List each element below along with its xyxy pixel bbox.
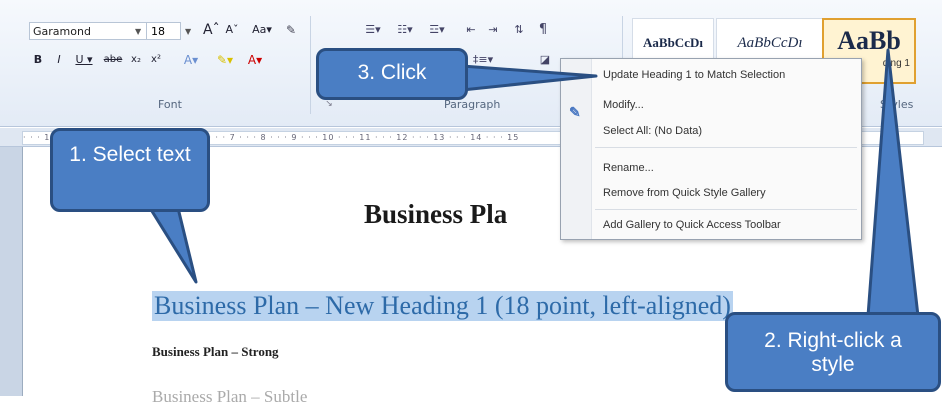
- callout-tail-select: [148, 206, 198, 284]
- callout-tail-rightclick: [866, 48, 920, 318]
- callout-select-text: 1. Select text: [50, 128, 210, 212]
- callout-click: 3. Click: [316, 48, 468, 100]
- callout-right-click-style: 2. Right-click a style: [725, 312, 941, 392]
- callout-tail-click: [460, 64, 598, 92]
